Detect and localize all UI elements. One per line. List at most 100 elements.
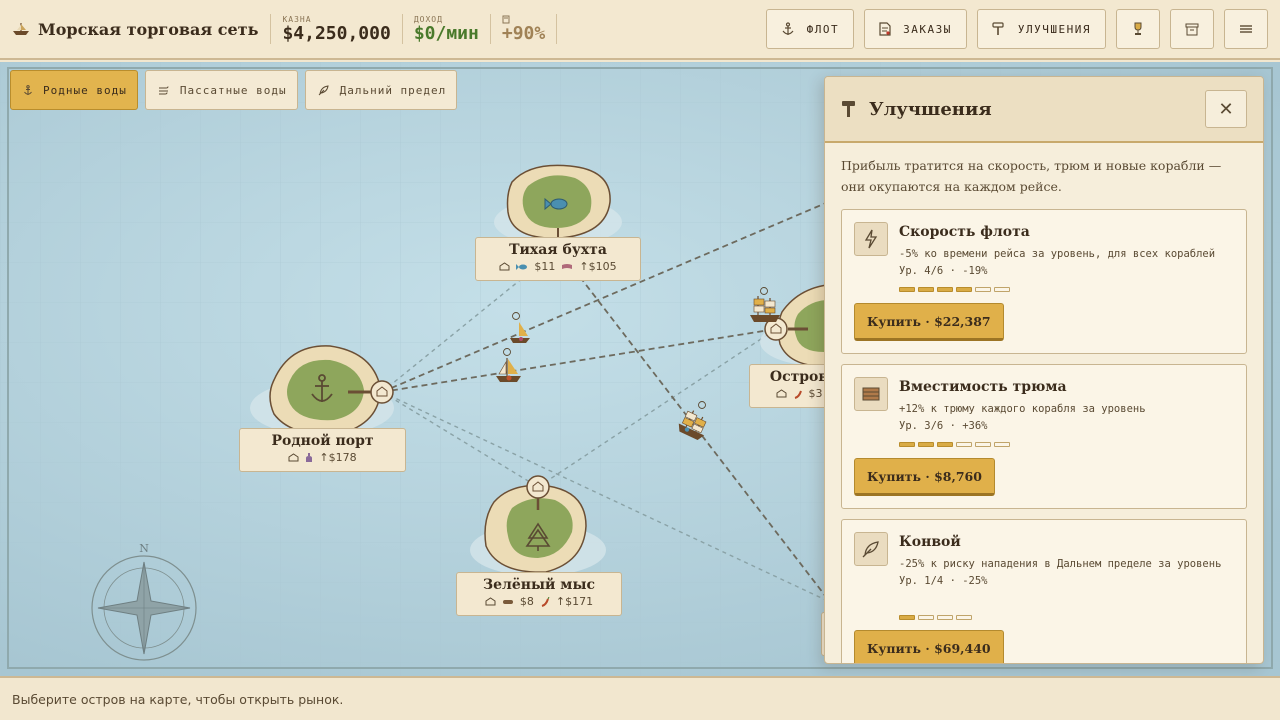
level-pip-filled	[899, 287, 915, 292]
upgrade-level: Ур. 4/6 · -19%	[899, 265, 988, 277]
tab-home-waters[interactable]: Родные воды	[10, 70, 138, 110]
label-green-cape[interactable]: Зелёный мыс $8 ↑$171	[456, 572, 622, 616]
island-name: Родной порт	[271, 433, 374, 449]
level-pip-empty	[975, 442, 991, 447]
island-price: $8	[519, 595, 534, 608]
lightning-icon	[854, 222, 888, 256]
buy-hold-button[interactable]: Купить · $8,760	[854, 458, 995, 496]
fish-good-icon	[516, 263, 528, 270]
pepper-icon	[794, 390, 802, 399]
label-quiet-bay[interactable]: Тихая бухта $11 ↑$105	[475, 237, 641, 281]
bonus-value: +90%	[501, 22, 546, 44]
menu-button[interactable]	[1224, 9, 1268, 49]
fleet-button[interactable]: ФЛОТ	[765, 9, 855, 49]
level-pip-filled	[937, 287, 953, 292]
level-pip-filled	[937, 442, 953, 447]
level-pip-filled	[918, 442, 934, 447]
close-button[interactable]: ✕	[1205, 90, 1247, 128]
anchor-icon	[24, 84, 32, 95]
market-icon	[499, 262, 510, 271]
upgrade-title: Вместимость трюма	[899, 379, 1067, 395]
island-info: $11 ↑$105	[476, 260, 640, 273]
status-text: Выберите остров на карте, чтобы открыть …	[12, 691, 344, 707]
upgrade-card-convoy: Конвой -25% к риску нападения в Дальнем …	[841, 519, 1247, 663]
level-pip-empty	[918, 615, 934, 620]
level-pip-filled	[899, 615, 915, 620]
level-pip-empty	[994, 442, 1010, 447]
upgrade-card-speed: Скорость флота -5% ко времени рейса за у…	[841, 209, 1247, 354]
crate-icon	[854, 377, 888, 411]
island-price: $11	[534, 260, 556, 273]
level-pip-empty	[937, 615, 953, 620]
upgrade-effect: -25% к риску нападения в Дальнем пределе…	[899, 558, 1222, 570]
panel-title: Улучшения	[869, 98, 992, 120]
market-icon	[288, 453, 299, 462]
cloth-icon	[562, 263, 573, 269]
feather-icon	[854, 532, 888, 566]
top-bar: Морская торговая сеть КАЗНА $4,250,000 Д…	[0, 0, 1280, 60]
tab-trade-winds-label: Пассатные воды	[179, 83, 287, 97]
fleet-button-label: ФЛОТ	[806, 22, 840, 36]
level-pip-filled	[918, 287, 934, 292]
upgrades-button-label: УЛУЧШЕНИЯ	[1017, 22, 1091, 36]
top-buttons: ФЛОТ ЗАКАЗЫ УЛУЧШЕНИЯ	[765, 9, 1268, 49]
timber-icon	[502, 599, 513, 604]
archive-button[interactable]	[1170, 9, 1214, 49]
island-name: Зелёный мыс	[482, 577, 596, 593]
bonus-stat: +90%	[489, 14, 556, 44]
wind-icon	[158, 86, 169, 95]
orders-icon	[879, 22, 891, 36]
buy-speed-button[interactable]: Купить · $22,387	[854, 303, 1004, 341]
upgrades-panel: Улучшения ✕ Прибыль тратится на скорость…	[824, 76, 1264, 664]
market-icon	[776, 389, 786, 398]
upgrade-level: Ур. 1/4 · -25%	[899, 575, 988, 587]
tab-home-waters-label: Родные воды	[43, 83, 127, 97]
buy-convoy-button[interactable]: Купить · $69,440	[854, 630, 1004, 663]
trophy-icon	[1134, 22, 1142, 35]
orders-button-label: ЗАКАЗЫ	[903, 22, 952, 36]
level-pips	[899, 287, 1010, 292]
achievements-button[interactable]	[1116, 9, 1160, 49]
panel-description: Прибыль тратится на скорость, трюм и нов…	[841, 158, 1222, 194]
upgrade-description: +12% к трюму каждого корабля за уровень …	[899, 401, 1239, 435]
upgrade-level: Ур. 3/6 · +36%	[899, 420, 988, 432]
orders-button[interactable]: ЗАКАЗЫ	[864, 9, 967, 49]
feather-icon	[318, 85, 329, 96]
ship-logo-icon	[13, 23, 29, 35]
market-icon	[485, 597, 496, 606]
stat-divider	[556, 14, 558, 44]
region-tabs: Родные воды Пассатные воды Дальний преде…	[10, 70, 458, 110]
brand: Морская торговая сеть	[0, 0, 270, 59]
anchor-icon	[782, 22, 794, 35]
upgrades-button[interactable]: УЛУЧШЕНИЯ	[976, 9, 1106, 49]
hammer-icon	[842, 101, 855, 117]
income-value: $0/мин	[413, 22, 479, 44]
upgrade-effect: -5% ко времени рейса за уровень, для все…	[899, 248, 1216, 260]
island-info: $8 ↑$171	[457, 595, 621, 608]
archive-icon	[1185, 23, 1199, 36]
label-home-port[interactable]: Родной порт ↑$178	[239, 428, 406, 472]
island-info: ↑$178	[240, 451, 405, 464]
hammer-icon	[992, 22, 1004, 35]
pepper-icon	[541, 596, 550, 607]
level-pips	[899, 442, 1010, 447]
menu-icon	[1240, 25, 1252, 33]
upgrade-effect: +12% к трюму каждого корабля за уровень	[899, 403, 1146, 415]
upgrade-description: -5% ко времени рейса за уровень, для все…	[899, 246, 1239, 280]
treasury-stat: КАЗНА $4,250,000	[270, 14, 401, 44]
tab-trade-winds[interactable]: Пассатные воды	[144, 70, 298, 110]
status-bar: Выберите остров на карте, чтобы открыть …	[0, 676, 1280, 720]
potion-icon	[306, 452, 313, 462]
panel-header: Улучшения ✕	[825, 77, 1263, 143]
app-title: Морская торговая сеть	[38, 19, 259, 39]
upgrade-title: Скорость флота	[899, 224, 1030, 240]
tab-far-reach[interactable]: Дальний предел	[304, 70, 458, 110]
upgrade-title: Конвой	[899, 534, 961, 550]
level-pip-empty	[994, 287, 1010, 292]
level-pip-empty	[956, 442, 972, 447]
island-profit: ↑$105	[579, 260, 617, 273]
island-name: Тихая бухта	[509, 242, 607, 258]
treasury-value: $4,250,000	[282, 22, 391, 44]
level-pips	[899, 615, 972, 620]
island-profit: ↑$171	[555, 595, 594, 608]
